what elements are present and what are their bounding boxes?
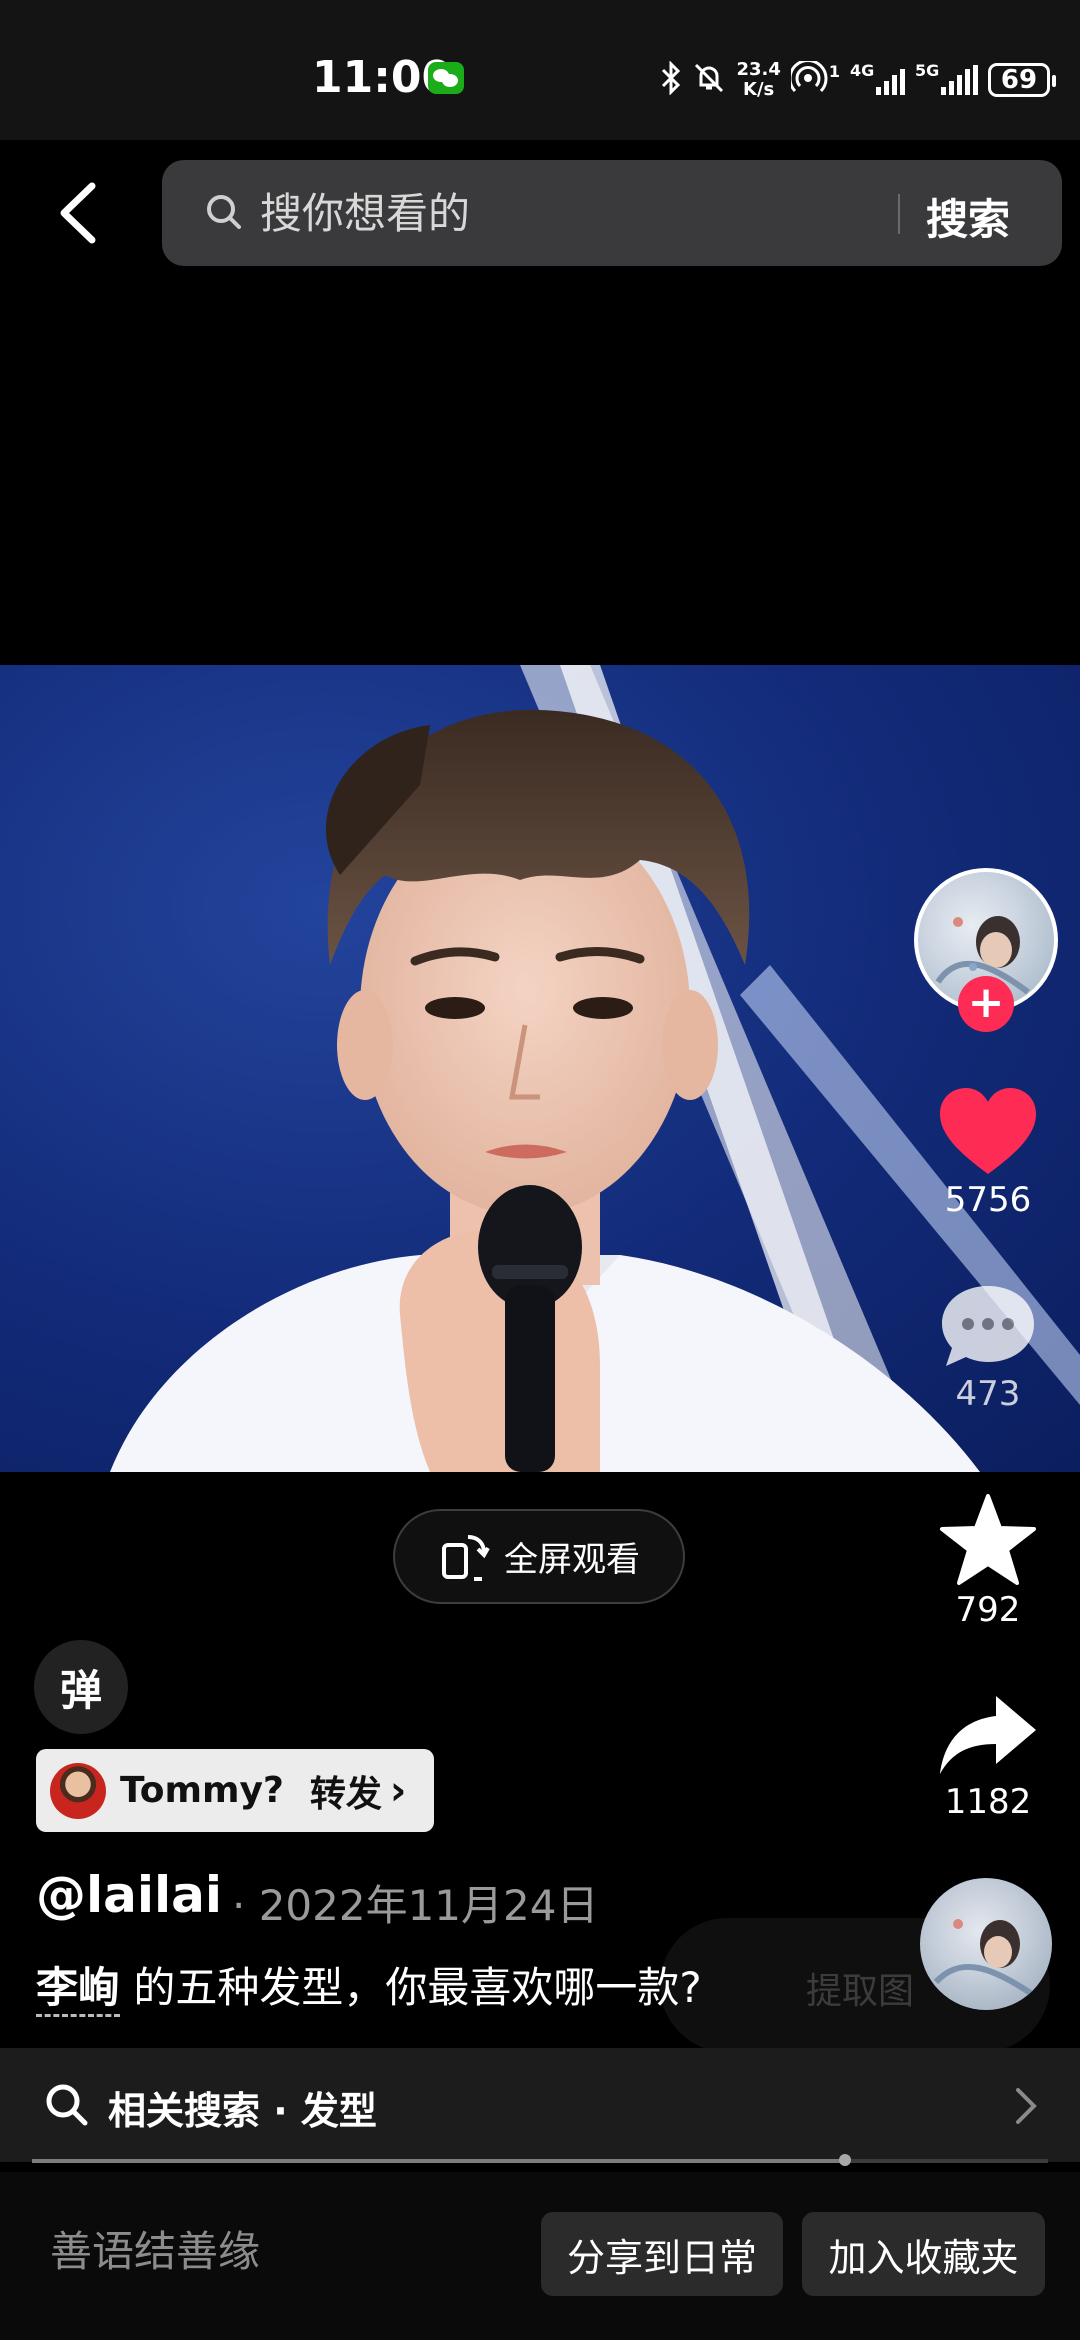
share-to-daily-label: 分享到日常 xyxy=(566,2235,757,2280)
favorite-button[interactable]: 792 xyxy=(928,1492,1048,1630)
like-button[interactable]: 5756 xyxy=(928,1086,1048,1220)
add-to-favorites-label: 加入收藏夹 xyxy=(828,2235,1019,2280)
fullscreen-label: 全屏观看 xyxy=(504,1540,640,1580)
mute-bell-icon xyxy=(692,61,726,100)
post-date: · 2022年11月24日 xyxy=(232,1881,599,1930)
hotspot-count: 1 xyxy=(828,61,840,81)
repost-user-avatar xyxy=(50,1762,106,1819)
video-frame-image xyxy=(110,665,1080,1472)
search-button[interactable]: 搜索 xyxy=(926,186,1010,247)
search-input[interactable] xyxy=(258,182,942,244)
share-count: 1182 xyxy=(944,1782,1032,1822)
status-icons: 23.4 K/s 1 4G 5G 69 xyxy=(660,56,1056,104)
extract-image-label: 提取图 xyxy=(806,1971,915,2012)
bottom-bar: 善语结善缘 分享到日常 加入收藏夹 xyxy=(0,2172,1080,2340)
hotspot-icon xyxy=(788,58,831,100)
danmaku-toggle[interactable]: 弹 xyxy=(34,1640,128,1734)
repost-action-label: 转发 xyxy=(309,1773,382,1815)
playback-scrubber[interactable] xyxy=(838,2154,851,2166)
net-speed: 23.4 K/s xyxy=(736,60,780,100)
chevron-right-icon xyxy=(1016,2088,1037,2124)
status-bar: 11:00 23.4 K/s 1 4G 5G 69 xyxy=(0,0,1080,140)
search-divider xyxy=(898,194,900,234)
mention-tag[interactable]: 李峋 xyxy=(36,1963,121,2017)
chevron-right-icon: › xyxy=(389,1767,407,1814)
comment-input-hint[interactable]: 善语结善缘 xyxy=(50,2218,260,2279)
playback-progress-fill xyxy=(32,2159,845,2163)
related-search-bar[interactable]: 相关搜索 · 发型 xyxy=(0,2048,1080,2162)
network-5g-label: 5G xyxy=(915,61,940,80)
back-button[interactable] xyxy=(52,178,112,248)
share-to-daily-button[interactable]: 分享到日常 xyxy=(541,2212,783,2296)
battery-icon: 69 xyxy=(988,63,1056,97)
danmaku-label: 弹 xyxy=(59,1665,102,1715)
heart-icon xyxy=(940,1088,1036,1174)
bluetooth-icon xyxy=(660,59,682,100)
comment-button[interactable]: 473 xyxy=(928,1280,1048,1414)
repost-tag[interactable]: Tommy? 转发 › xyxy=(36,1749,434,1832)
caption-text: 的五种发型，你最喜欢哪一款? xyxy=(120,1963,702,2012)
add-to-favorites-button[interactable]: 加入收藏夹 xyxy=(802,2212,1045,2296)
net-speed-value: 23.4 xyxy=(736,59,781,80)
back-arrow-icon xyxy=(60,182,96,244)
fullscreen-button[interactable]: 全屏观看 xyxy=(393,1509,685,1604)
search-icon xyxy=(207,195,241,229)
comment-count: 473 xyxy=(955,1374,1021,1414)
favorite-count: 792 xyxy=(955,1590,1021,1630)
comment-icon xyxy=(942,1286,1034,1366)
post-caption: 李峋 的五种发型，你最喜欢哪一款? xyxy=(36,1954,702,2017)
music-cover-image xyxy=(933,1919,1034,1997)
video-detail-screen: 11:00 23.4 K/s 1 4G 5G 69 搜你想看的 搜索 + 575… xyxy=(0,0,1080,2340)
rotate-screen-icon xyxy=(442,1534,490,1581)
author-handle[interactable]: @lailai xyxy=(36,1866,222,1924)
playback-progress-bar[interactable] xyxy=(32,2154,1048,2166)
search-icon xyxy=(46,2084,88,2126)
signal-4g-icon: 4G xyxy=(850,61,905,95)
network-4g-label: 4G xyxy=(850,61,875,80)
like-count: 5756 xyxy=(944,1180,1032,1220)
share-arrow-icon xyxy=(940,1696,1036,1774)
follow-button[interactable]: + xyxy=(958,976,1014,1032)
repost-user-name: Tommy? xyxy=(120,1770,284,1811)
share-button[interactable]: 1182 xyxy=(928,1690,1048,1822)
star-icon xyxy=(940,1494,1036,1585)
search-bar[interactable]: 搜索 xyxy=(162,160,1062,266)
signal-5g-icon: 5G xyxy=(915,61,978,95)
battery-level: 69 xyxy=(1000,65,1038,95)
music-disc[interactable] xyxy=(920,1878,1052,2010)
net-speed-unit: K/s xyxy=(743,79,775,100)
wechat-icon xyxy=(428,62,464,94)
related-search-label: 相关搜索 · 发型 xyxy=(108,2089,377,2133)
video-player[interactable] xyxy=(0,665,1080,1472)
